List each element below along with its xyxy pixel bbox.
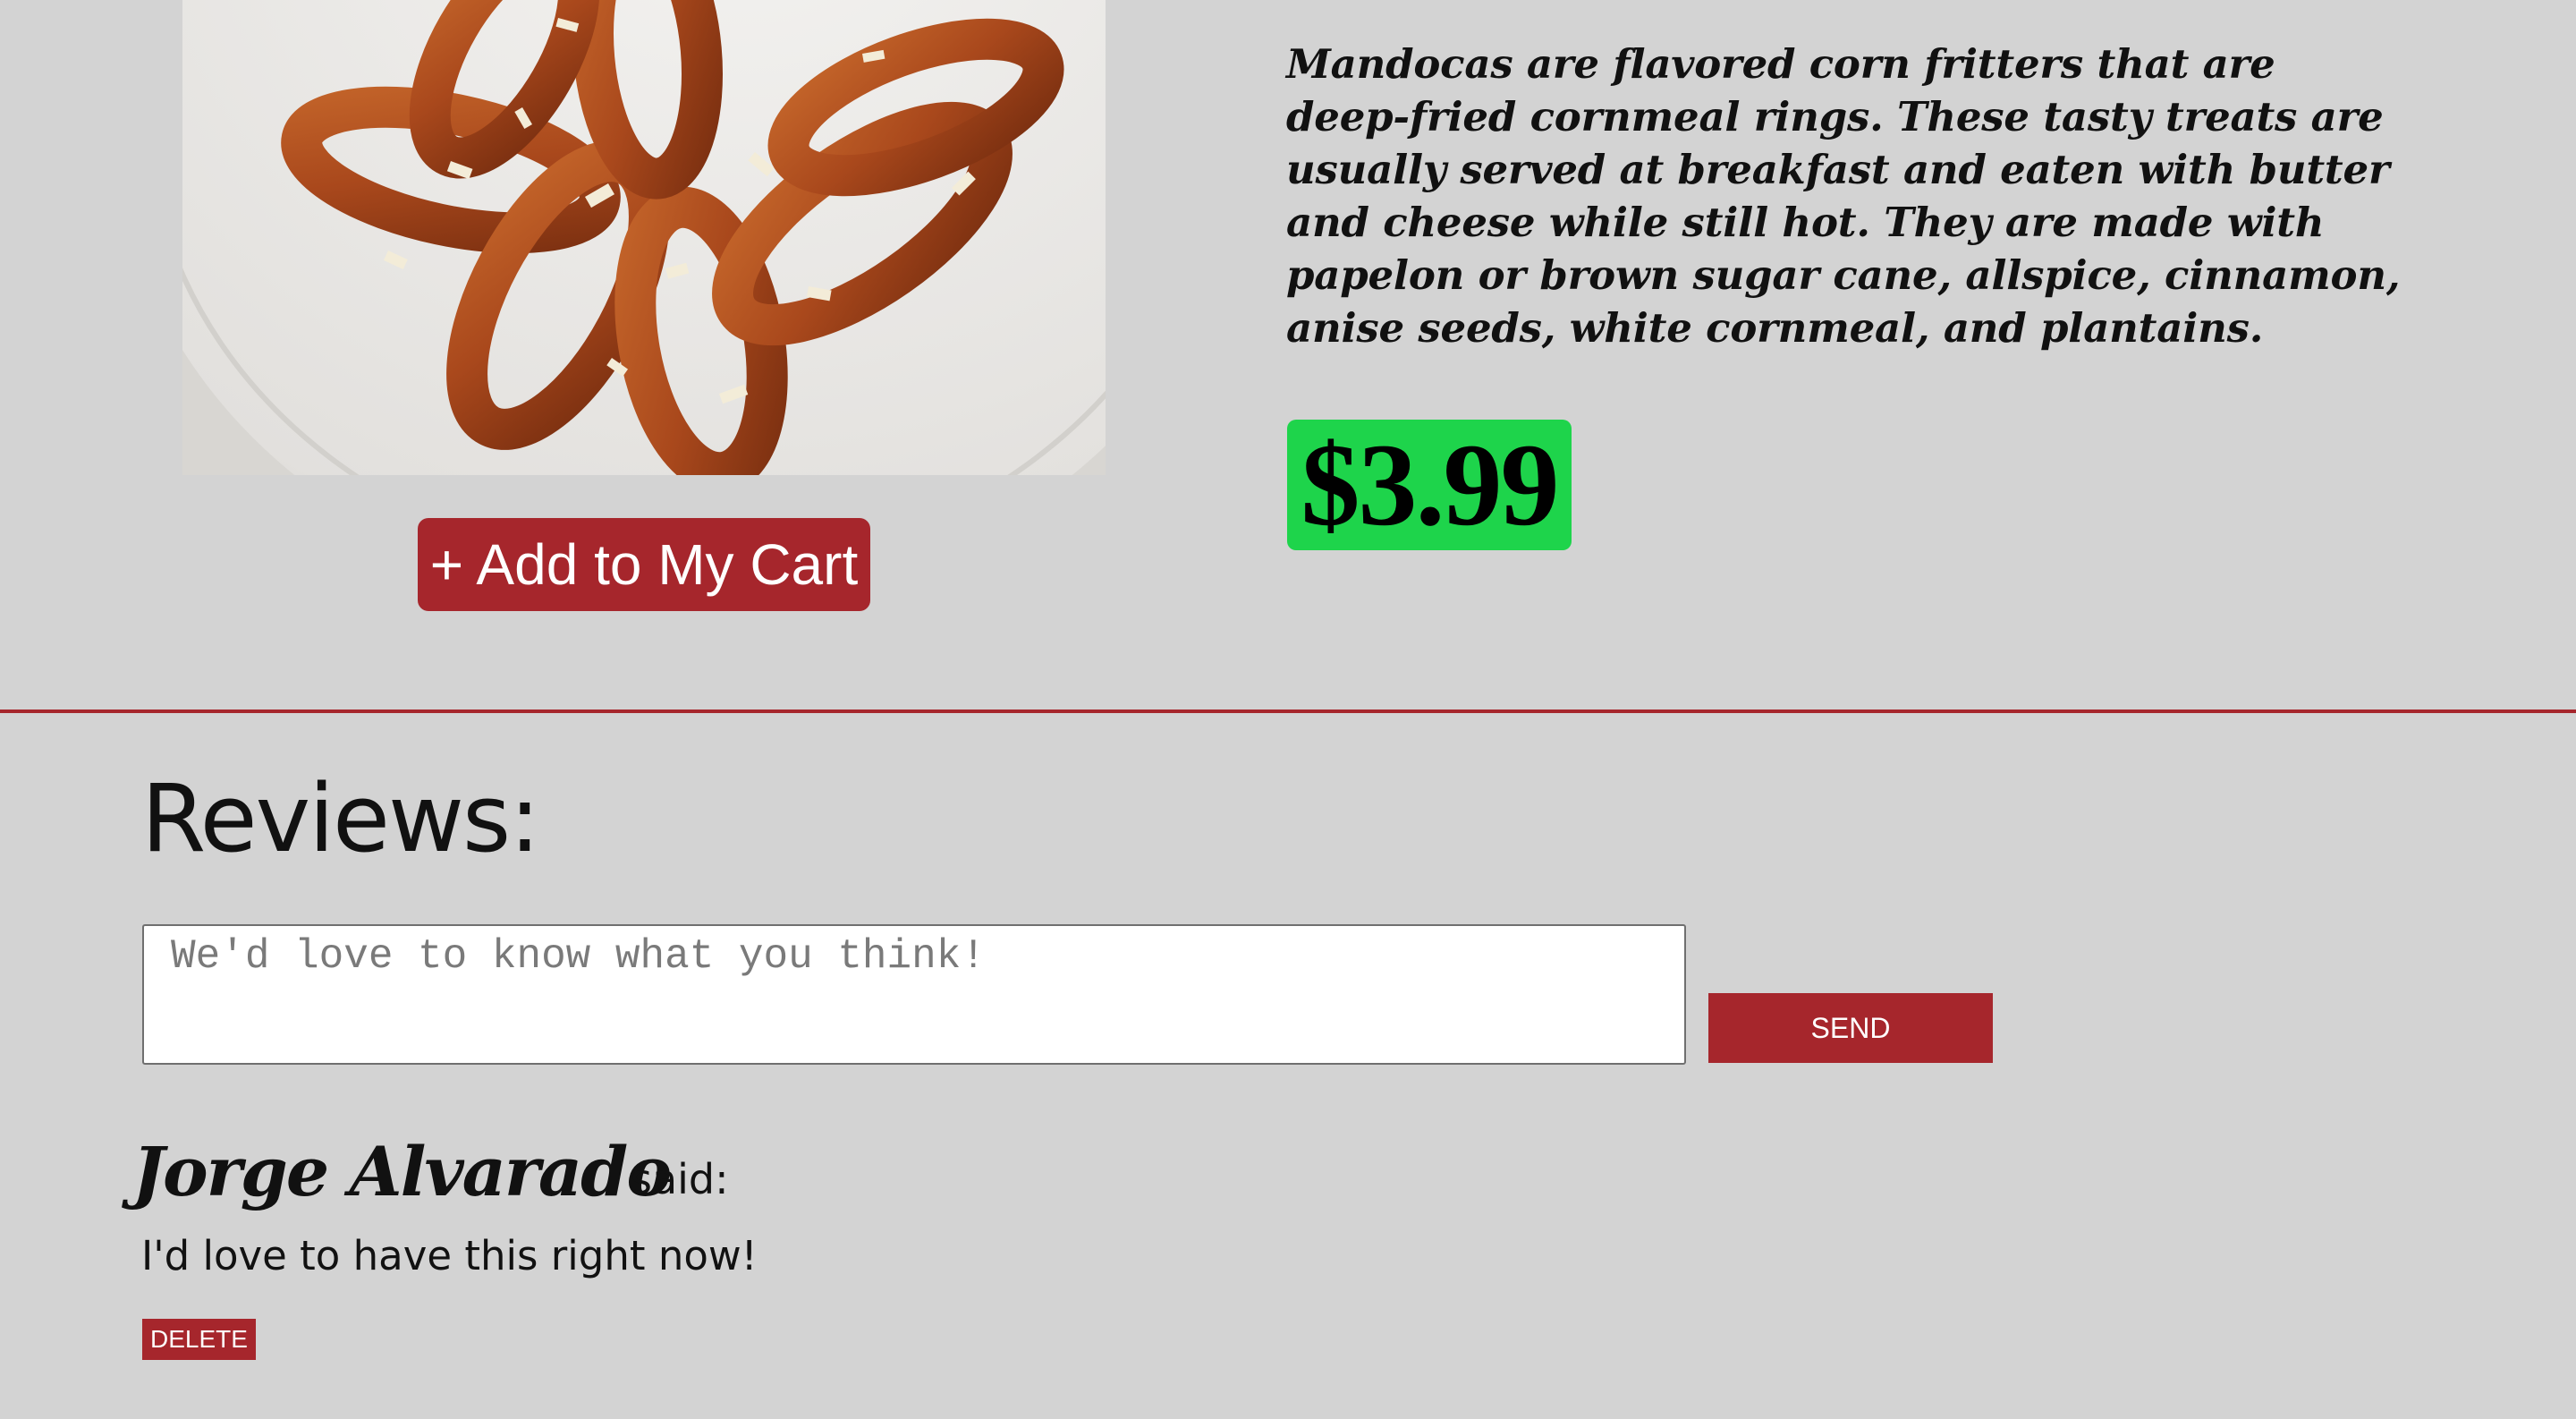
review-input[interactable] <box>142 924 1686 1065</box>
reviews-heading: Reviews: <box>141 764 540 873</box>
review-item: Jorge Alvarado said: I'd love to have th… <box>132 1129 1206 1362</box>
reviewer-name: Jorge Alvarado <box>132 1132 672 1211</box>
section-divider <box>0 710 2576 713</box>
delete-review-button[interactable]: DELETE <box>142 1319 256 1360</box>
add-to-cart-button[interactable]: + Add to My Cart <box>418 518 870 611</box>
mandocas-photo <box>182 0 1106 475</box>
product-description: Mandocas are flavored corn fritters that… <box>1286 40 2401 352</box>
product-image <box>182 0 1106 475</box>
review-said-label: said: <box>631 1155 729 1203</box>
price-badge: $3.99 <box>1287 420 1572 550</box>
send-button[interactable]: SEND <box>1708 993 1993 1063</box>
review-text: I'd love to have this right now! <box>141 1232 758 1279</box>
